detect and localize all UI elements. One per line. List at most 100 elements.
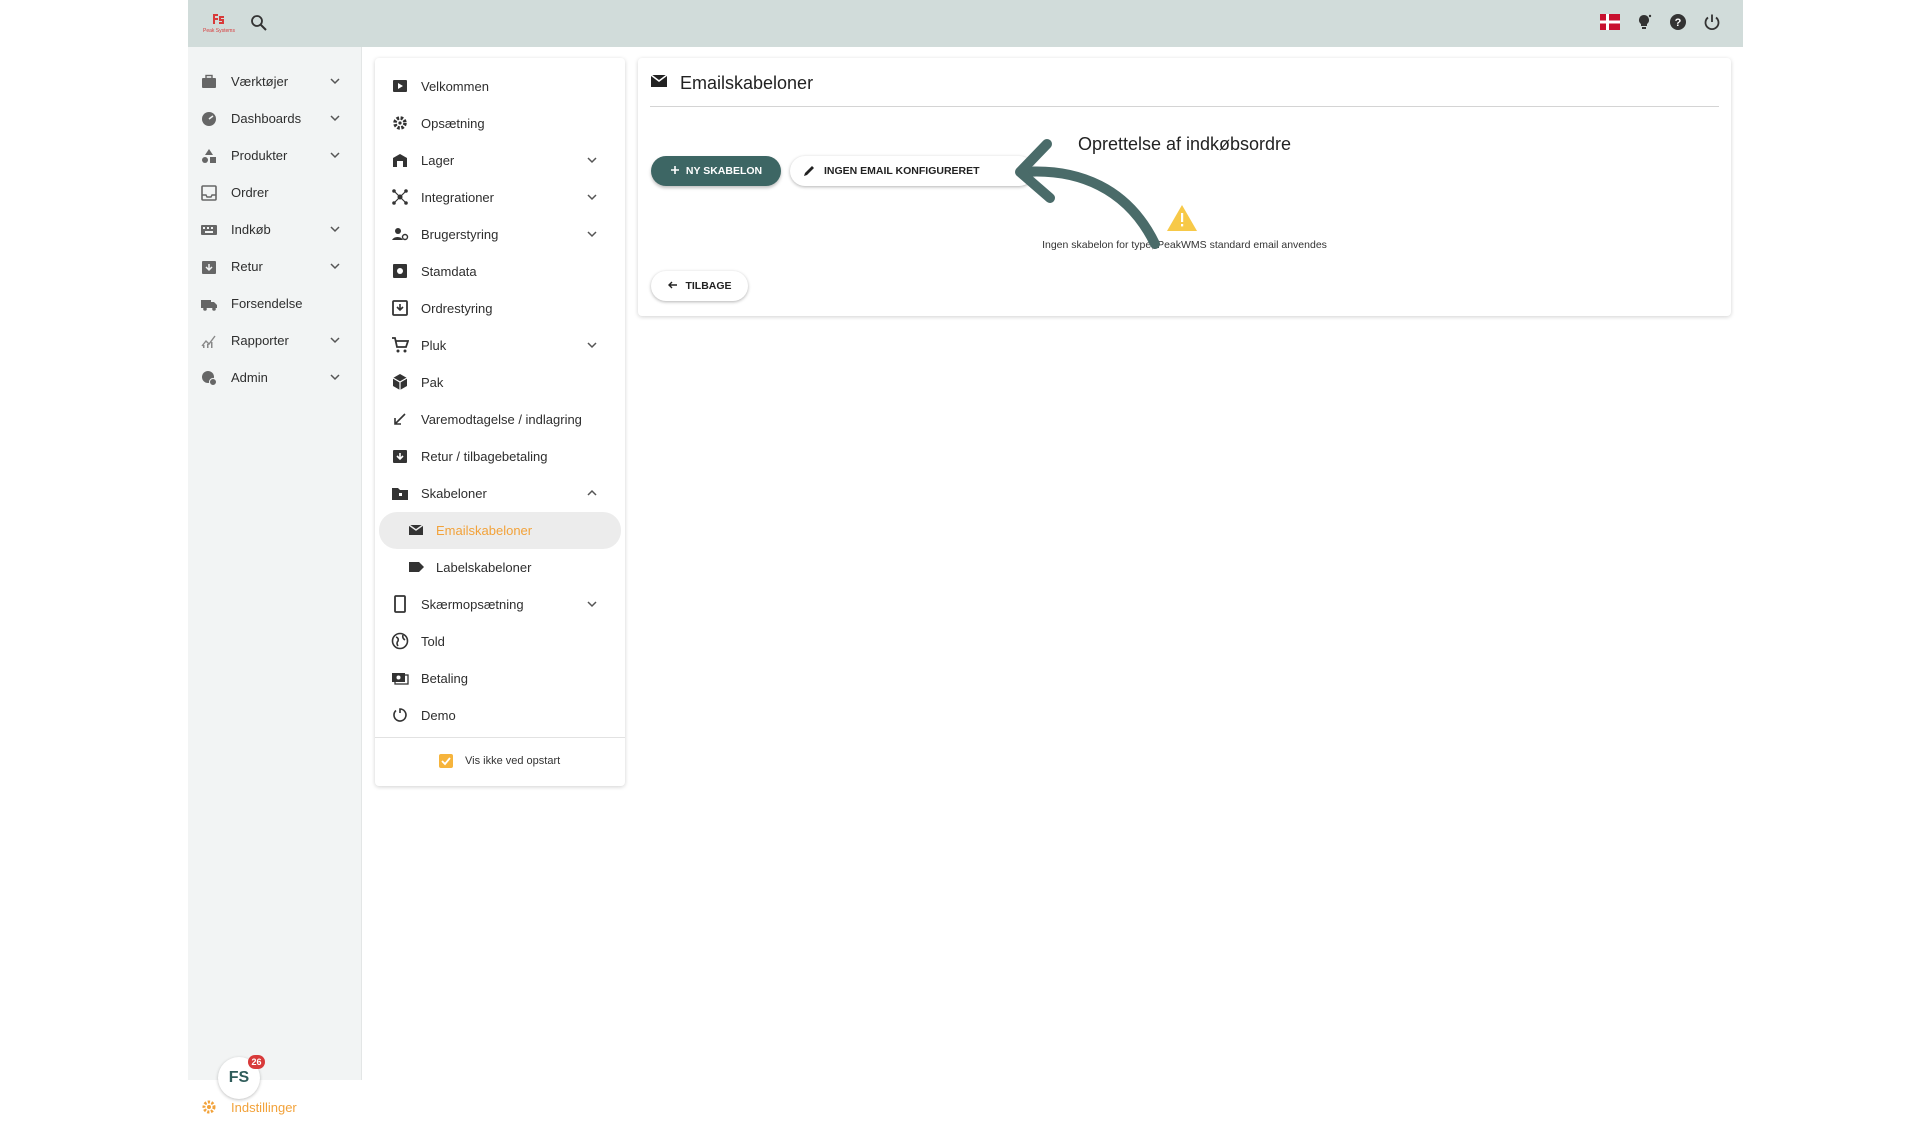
sidebar-item-label: Dashboards [231, 111, 302, 126]
truck-icon [200, 295, 218, 313]
arrow-left-icon [667, 279, 679, 294]
sidebar-item-admin[interactable]: Admin [188, 359, 362, 396]
order-control-icon [391, 299, 409, 317]
menu-item-label: Emailskabeloner [436, 523, 533, 538]
menu-item-label: Pak [421, 375, 444, 390]
menu-item-demo[interactable]: Demo [375, 697, 625, 734]
new-template-button[interactable]: NY SKABELON [651, 156, 781, 186]
menu-item-label: Skabeloner [421, 486, 487, 501]
menu-item-velkommen[interactable]: Velkommen [375, 68, 625, 105]
chevron-down-icon[interactable] [328, 111, 342, 125]
menu-item-label: Opsætning [421, 116, 485, 131]
checkbox-checked[interactable] [439, 754, 453, 768]
menu-item-label: Brugerstyring [421, 227, 499, 242]
app-frame: Peak Systems ? Værktøjer Dashboards Prod… [188, 0, 1743, 1115]
toolbox-icon [200, 73, 218, 91]
chevron-down-icon[interactable] [585, 597, 599, 611]
keyboard-icon [200, 221, 218, 239]
menu-item-varemodtagelse[interactable]: Varemodtagelse / indlagring [375, 401, 625, 438]
play-icon [391, 77, 409, 95]
new-template-label: NY SKABELON [685, 165, 763, 177]
menu-item-pluk[interactable]: Pluk [375, 327, 625, 364]
power-icon[interactable] [1701, 11, 1723, 33]
settings-cog-icon [391, 114, 409, 132]
chevron-down-icon[interactable] [328, 74, 342, 88]
dont-show-on-startup[interactable]: Vis ikke ved opstart [375, 748, 625, 774]
chevron-down-icon[interactable] [585, 338, 599, 352]
label-icon [407, 558, 425, 576]
danish-flag-icon[interactable] [1599, 11, 1621, 33]
sidebar-item-indkoeb[interactable]: Indkøb [188, 211, 362, 248]
timer-icon [391, 706, 409, 724]
menu-item-stamdata[interactable]: Stamdata [375, 253, 625, 290]
menu-item-opsaetning[interactable]: Opsætning [375, 105, 625, 142]
analytics-icon [200, 332, 218, 350]
admin-gear-icon [200, 369, 218, 387]
help-icon[interactable]: ? [1667, 11, 1689, 33]
menu-item-label: Varemodtagelse / indlagring [421, 412, 582, 427]
menu-item-label: Ordrestyring [421, 301, 493, 316]
chevron-down-icon[interactable] [328, 222, 342, 236]
back-button[interactable]: TILBAGE [651, 271, 748, 301]
chevron-down-icon[interactable] [585, 190, 599, 204]
menu-item-told[interactable]: Told [375, 623, 625, 660]
menu-item-retur-tilbagebetaling[interactable]: Retur / tilbagebetaling [375, 438, 625, 475]
warning-icon [1165, 203, 1199, 233]
chevron-down-icon[interactable] [328, 259, 342, 273]
menu-item-integrationer[interactable]: Integrationer [375, 179, 625, 216]
gear-icon[interactable] [201, 1099, 217, 1115]
checkbox-label: Vis ikke ved opstart [465, 755, 561, 767]
sidebar-item-ordrer[interactable]: Ordrer [188, 174, 362, 211]
menu-item-ordrestyring[interactable]: Ordrestyring [375, 290, 625, 327]
page-title: Emailskabeloner [680, 73, 814, 93]
sidebar-item-produkter[interactable]: Produkter [188, 137, 362, 174]
back-label: TILBAGE [685, 280, 732, 292]
lightbulb-icon[interactable] [1633, 11, 1655, 33]
sidebar-item-vaerktoejer[interactable]: Værktøjer [188, 63, 362, 100]
payments-icon [391, 669, 409, 687]
main-sidebar: Værktøjer Dashboards Produkter Ordrer In… [188, 47, 362, 1115]
chevron-down-icon[interactable] [585, 153, 599, 167]
menu-item-label: Betaling [421, 671, 468, 686]
chevron-down-icon[interactable] [328, 370, 342, 384]
top-right-actions: ? [1599, 11, 1723, 33]
menu-item-brugerstyring[interactable]: Brugerstyring [375, 216, 625, 253]
sidebar-item-label: Produkter [231, 148, 288, 163]
settings-area: FS 26 Indstillinger [188, 1047, 362, 1127]
title-divider [650, 106, 1719, 107]
settings-link[interactable]: Indstillinger [231, 1100, 297, 1115]
chevron-down-icon[interactable] [328, 333, 342, 347]
chevron-down-icon[interactable] [328, 148, 342, 162]
hub-icon [391, 188, 409, 206]
menu-item-label: Told [421, 634, 445, 649]
chevron-down-icon[interactable] [585, 227, 599, 241]
menu-item-skabeloner[interactable]: Skabeloner [375, 475, 625, 512]
menu-item-label: Demo [421, 708, 456, 723]
email-templates-card: Emailskabeloner Oprettelse af indkøbsord… [638, 58, 1731, 316]
sidebar-item-rapporter[interactable]: Rapporter [188, 322, 362, 359]
gauge-icon [200, 110, 218, 128]
menu-item-pak[interactable]: Pak [375, 364, 625, 401]
menu-item-betaling[interactable]: Betaling [375, 660, 625, 697]
sidebar-item-label: Værktøjer [231, 74, 289, 89]
svg-text:Peak Systems: Peak Systems [203, 28, 235, 34]
sidebar-item-retur[interactable]: Retur [188, 248, 362, 285]
menu-item-label: Stamdata [421, 264, 477, 279]
menu-item-label: Velkommen [421, 79, 489, 94]
top-bar: Peak Systems ? [188, 0, 1743, 47]
sidebar-item-dashboards[interactable]: Dashboards [188, 100, 362, 137]
shapes-icon [200, 147, 218, 165]
menu-item-lager[interactable]: Lager [375, 142, 625, 179]
sidebar-item-forsendelse[interactable]: Forsendelse [188, 285, 362, 322]
chevron-up-icon[interactable] [585, 486, 599, 500]
menu-item-emailskabeloner[interactable]: Emailskabeloner [379, 512, 621, 549]
refund-icon [391, 447, 409, 465]
sidebar-item-label: Indkøb [231, 222, 271, 237]
search-icon[interactable] [249, 13, 269, 33]
cart-icon [391, 336, 410, 354]
sidebar-item-label: Retur [231, 259, 263, 274]
menu-item-labelskabeloner[interactable]: Labelskabeloner [375, 549, 625, 586]
menu-item-skaermopsaetning[interactable]: Skærmopsætning [375, 586, 625, 623]
peak-systems-logo[interactable]: Peak Systems [198, 12, 240, 34]
menu-item-label: Retur / tilbagebetaling [421, 449, 548, 464]
